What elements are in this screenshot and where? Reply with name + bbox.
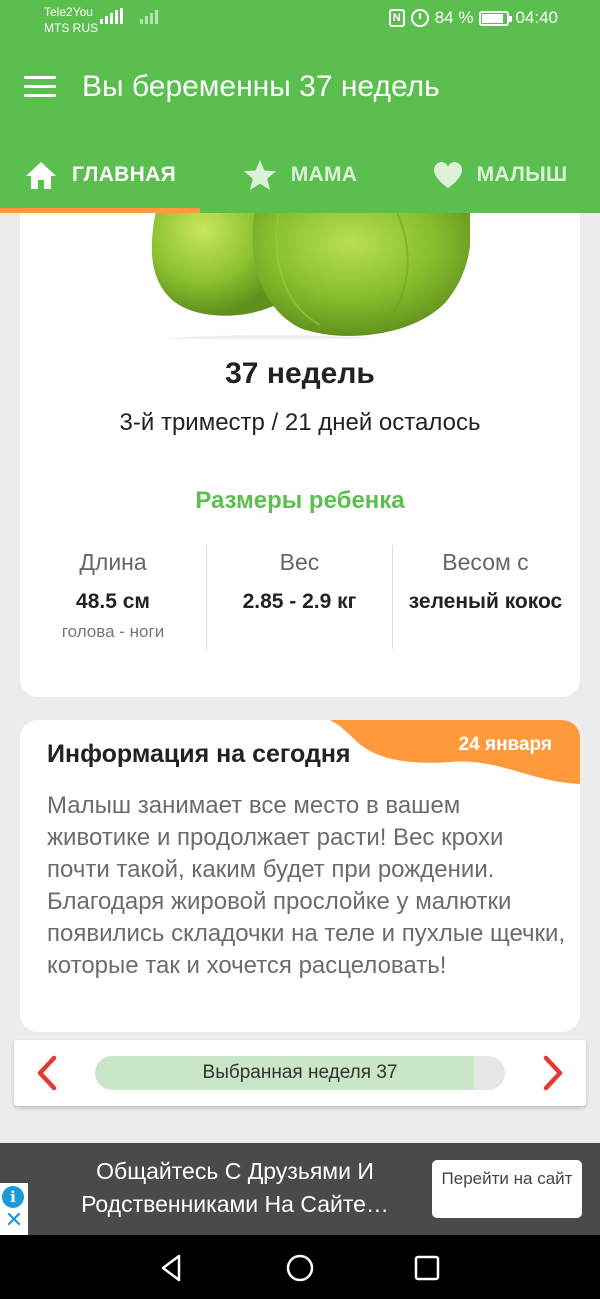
nfc-icon: N [388, 9, 405, 27]
stat-label: Вес [279, 549, 320, 575]
alarm-icon [410, 9, 429, 27]
info-date: 24 января [458, 734, 552, 755]
ad-close-icon[interactable]: ✕ [3, 1209, 25, 1231]
carrier-names: Tele2You MTS RUS [44, 4, 98, 36]
carrier-1: Tele2You [44, 5, 93, 19]
home-icon [26, 162, 56, 189]
battery-icon [479, 10, 513, 26]
carrier-2: MTS RUS [44, 21, 98, 35]
tab-mom[interactable]: МАМА [200, 137, 400, 213]
week-progress-bar[interactable]: Выбранная неделя 37 [95, 1056, 505, 1090]
system-nav-bar [0, 1235, 600, 1299]
battery-percent: 84 % [434, 8, 474, 27]
page-title: Вы беременны 37 недель [82, 70, 440, 103]
baby-sizes-heading: Размеры ребенка [195, 487, 405, 514]
star-icon [243, 160, 276, 190]
status-bar: Tele2You MTS RUS N 84 % 04:40 [0, 0, 600, 40]
week-selector: Выбранная неделя 37 [14, 1040, 586, 1106]
status-icons: N 84 % 04:40 [388, 8, 558, 28]
signal-icon-sim2 [140, 8, 158, 24]
selected-week-label: Выбранная неделя 37 [202, 1062, 398, 1083]
tab-label: ГЛАВНАЯ [72, 163, 176, 186]
next-week-chevron-icon[interactable] [534, 1055, 570, 1091]
stat-sub: голова - ноги [61, 622, 165, 641]
ad-cta-button[interactable]: Перейти на сайт [432, 1160, 582, 1218]
menu-icon[interactable] [24, 76, 56, 100]
tab-label: МАЛЫШ [476, 163, 568, 186]
signal-icon [100, 8, 123, 24]
week-title: 37 недель [225, 357, 375, 390]
trimester-line: 3-й триместр / 21 дней осталось [119, 409, 481, 436]
main-content[interactable]: 37 недель 3-й триместр / 21 дней осталос… [0, 213, 600, 1133]
tab-label: МАМА [290, 163, 358, 186]
stat-label: Длина [79, 549, 147, 575]
back-icon[interactable] [157, 1253, 187, 1283]
tab-bar: ГЛАВНАЯ МАМА МАЛЫШ [0, 137, 600, 213]
baby-stats: Длина 48.5 см голова - ноги Вес 2.85 - 2… [20, 545, 580, 649]
stat-size-comparison: Весом с зеленый кокос [392, 545, 578, 649]
stat-value: 48.5 см [76, 590, 150, 613]
ad-banner[interactable]: i ✕ Общайтесь С Друзьями И Родственникам… [0, 1143, 600, 1235]
ad-info-icon[interactable]: i [2, 1186, 24, 1208]
tab-baby[interactable]: МАЛЫШ [400, 137, 600, 213]
clock: 04:40 [515, 8, 558, 27]
home-nav-icon[interactable] [285, 1253, 315, 1283]
tab-home[interactable]: ГЛАВНАЯ [0, 137, 200, 213]
recents-icon[interactable] [412, 1253, 442, 1283]
stat-value: 2.85 - 2.9 кг [242, 590, 357, 613]
stat-label: Весом с [442, 549, 529, 575]
info-body: Малыш занимает все место в вашем животик… [47, 792, 566, 979]
previous-week-chevron-icon[interactable] [30, 1055, 66, 1091]
green-coconut-image [151, 213, 470, 339]
stat-weight: Вес 2.85 - 2.9 кг [206, 545, 392, 649]
stat-length: Длина 48.5 см голова - ноги [20, 545, 206, 649]
heart-icon [433, 162, 462, 188]
week-card: 37 недель 3-й триместр / 21 дней осталос… [20, 213, 580, 697]
info-card: 24 января Информация на сегодня Малыш за… [20, 720, 580, 1032]
info-title: Информация на сегодня [47, 740, 351, 768]
ad-text: Общайтесь С Друзьями И Родственниками На… [81, 1158, 389, 1217]
stat-value: зеленый кокос [408, 590, 563, 613]
app-bar: Вы беременны 37 недель [0, 40, 600, 137]
